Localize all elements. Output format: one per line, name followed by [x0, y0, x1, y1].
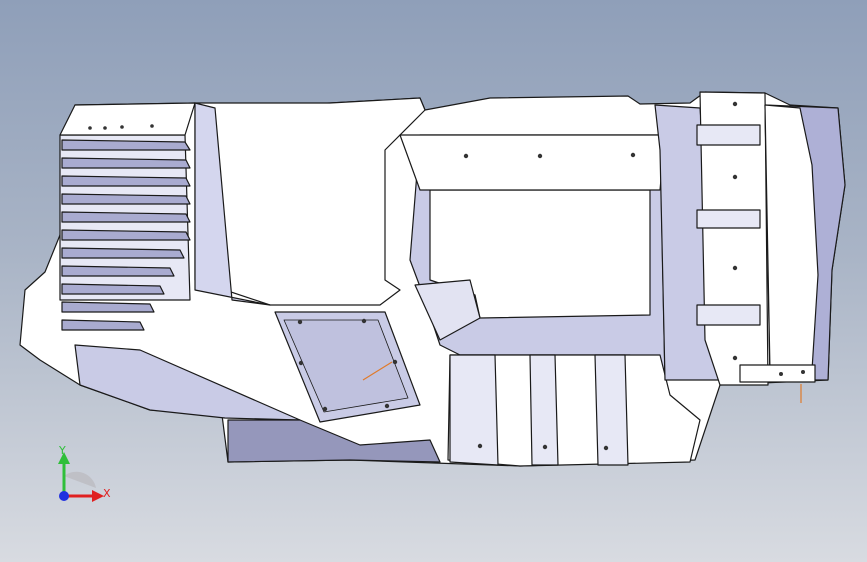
triad-origin-shading: [64, 471, 96, 488]
recess-top-lip: [399, 134, 666, 191]
cad-viewport[interactable]: Y X: [0, 0, 867, 562]
coordinate-triad: Y X: [58, 444, 111, 502]
z-axis-dot-icon: [59, 491, 69, 501]
ribbed-section: [59, 102, 196, 331]
y-axis-label: Y: [58, 444, 66, 457]
x-axis-label: X: [103, 487, 111, 500]
cad-part-model[interactable]: [19, 91, 846, 467]
